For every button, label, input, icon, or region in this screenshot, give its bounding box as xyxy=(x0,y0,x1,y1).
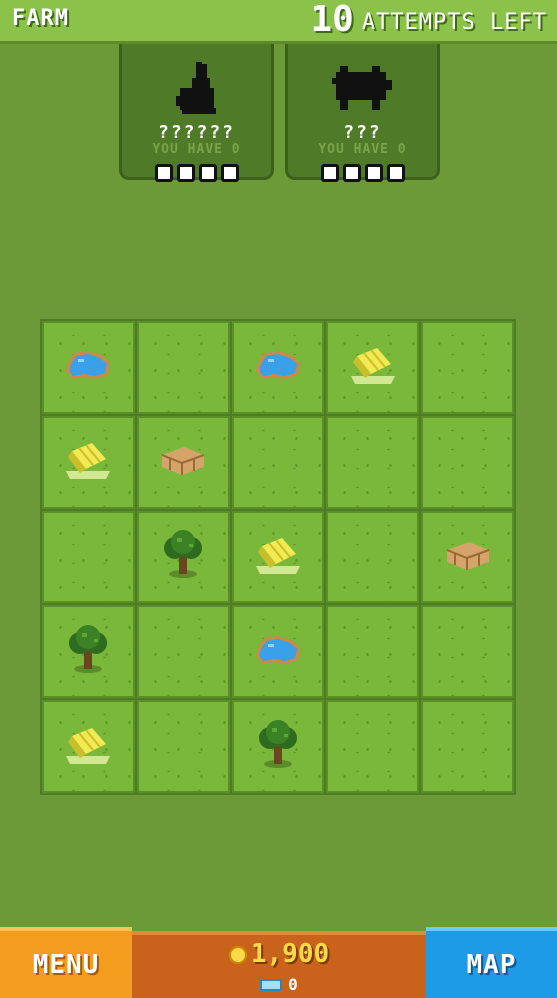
tree-icon xyxy=(254,719,302,774)
slot xyxy=(342,164,361,182)
grid-tile[interactable] xyxy=(136,415,230,509)
attempts-counter: 10 ATTEMPTS LEFT xyxy=(310,0,547,40)
grid-tile[interactable] xyxy=(421,415,514,509)
grid-tile[interactable] xyxy=(421,510,514,604)
animal-name: ??? xyxy=(343,122,382,143)
animal-name: ?????? xyxy=(157,122,236,143)
grid-tile[interactable] xyxy=(326,510,420,604)
menu-button[interactable]: MENU xyxy=(0,927,132,998)
grid-tile[interactable] xyxy=(136,510,230,604)
grid-tile[interactable] xyxy=(42,605,135,699)
grid-tile[interactable] xyxy=(42,510,135,604)
level-title: FARM xyxy=(12,6,69,31)
hay-bale-icon xyxy=(62,437,114,487)
map-button[interactable]: MAP xyxy=(426,927,557,998)
slot xyxy=(386,164,405,182)
gem-amount: 0 xyxy=(288,975,298,994)
coin-balance: 1,900 xyxy=(132,939,426,969)
fence-icon xyxy=(443,536,493,578)
animal-card-rabbit[interactable]: ?????? YOU HAVE 0 xyxy=(119,44,274,182)
bottom-bar: MENU 1,900 0 MAP xyxy=(0,927,557,998)
slot xyxy=(176,164,195,182)
slot xyxy=(220,164,239,182)
grid-tile[interactable] xyxy=(231,700,325,793)
grid-tile[interactable] xyxy=(326,321,420,414)
tree-icon xyxy=(64,624,112,679)
pond-icon xyxy=(62,345,114,389)
grid-tile[interactable] xyxy=(42,700,135,793)
pond-icon xyxy=(252,345,304,389)
slot xyxy=(198,164,217,182)
you-have-label: YOU HAVE 0 xyxy=(318,142,407,157)
grid-tile[interactable] xyxy=(421,700,514,793)
hay-bale-icon xyxy=(62,722,114,772)
currency-panel: 1,900 0 xyxy=(132,931,426,998)
grid-tile[interactable] xyxy=(421,605,514,699)
rabbit-silhouette-icon xyxy=(172,62,222,122)
grid-tile[interactable] xyxy=(421,321,514,414)
grid-tile[interactable] xyxy=(231,321,325,414)
slot xyxy=(154,164,173,182)
grid-tile[interactable] xyxy=(231,510,325,604)
fence-icon xyxy=(158,441,208,483)
hay-bale-icon xyxy=(252,532,304,582)
coin-icon xyxy=(228,946,247,964)
you-have-label: YOU HAVE 0 xyxy=(152,142,241,157)
grid-tile[interactable] xyxy=(136,605,230,699)
grid-tile[interactable] xyxy=(326,605,420,699)
pond-icon xyxy=(252,630,304,674)
coin-amount: 1,900 xyxy=(250,939,330,969)
grid-tile[interactable] xyxy=(231,415,325,509)
gem-icon xyxy=(260,979,283,991)
pig-silhouette-icon xyxy=(331,62,394,118)
collection-slots xyxy=(320,164,405,182)
tree-icon xyxy=(159,529,207,584)
attempts-label: ATTEMPTS LEFT xyxy=(361,10,547,35)
grid-tile[interactable] xyxy=(136,321,230,414)
grid-tile[interactable] xyxy=(326,415,420,509)
collection-slots xyxy=(154,164,239,182)
slot xyxy=(364,164,383,182)
hay-bale-icon xyxy=(347,342,399,392)
grid-tile[interactable] xyxy=(326,700,420,793)
grid-tile[interactable] xyxy=(42,415,135,509)
slot xyxy=(320,164,339,182)
grid-tile[interactable] xyxy=(136,700,230,793)
gem-balance: 0 xyxy=(132,975,426,994)
grid-tile[interactable] xyxy=(42,321,135,414)
top-bar: FARM 10 ATTEMPTS LEFT xyxy=(0,0,557,44)
animal-card-pig[interactable]: ??? YOU HAVE 0 xyxy=(285,44,440,182)
grid-tile[interactable] xyxy=(231,605,325,699)
farm-grid xyxy=(40,319,516,795)
attempts-count: 10 xyxy=(310,0,354,40)
